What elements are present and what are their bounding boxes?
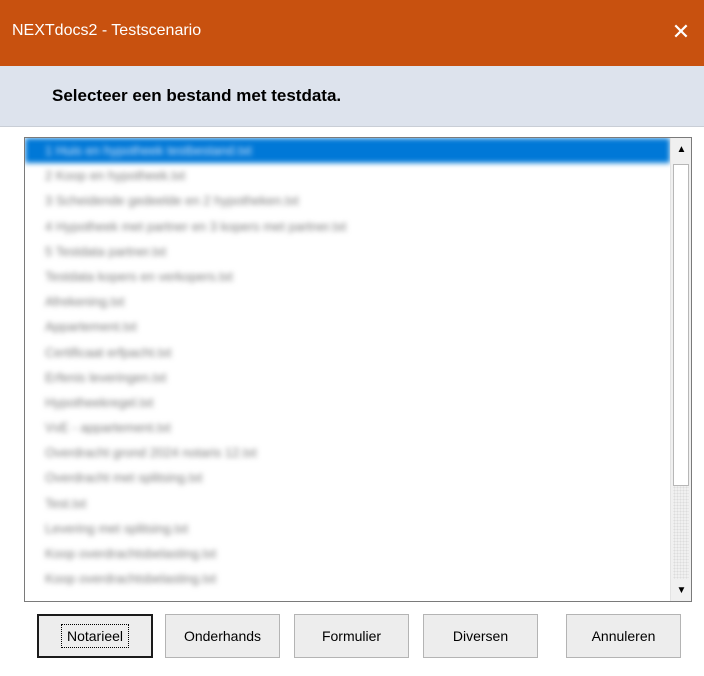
header-divider <box>0 126 704 127</box>
list-item[interactable]: VvE - appartement.txt <box>25 415 670 440</box>
list-item[interactable]: Afrekening.txt <box>25 289 670 314</box>
list-item[interactable]: 4 Hypotheek met partner en 3 kopers met … <box>25 214 670 239</box>
list-item[interactable]: Certificaat erfpacht.txt <box>25 340 670 365</box>
diversen-button-label: Diversen <box>452 628 509 644</box>
list-item[interactable]: 3 Scheidende gedeelde en 2 hypotheken.tx… <box>25 188 670 213</box>
annuleren-button[interactable]: Annuleren <box>566 614 681 658</box>
annuleren-button-label: Annuleren <box>591 628 656 644</box>
list-item[interactable]: Erfenis leveringen.txt <box>25 365 670 390</box>
prompt-text: Selecteer een bestand met testdata. <box>52 86 342 105</box>
onderhands-button[interactable]: Onderhands <box>165 614 280 658</box>
list-item[interactable]: Overdracht grond 2024 notaris 12.txt <box>25 440 670 465</box>
list-item[interactable]: 1 Huis en hypotheek testbestand.txt <box>25 138 670 164</box>
file-list: 1 Huis en hypotheek testbestand.txt 2 Koo… <box>25 138 670 601</box>
list-item[interactable]: Appartement.txt <box>25 314 670 339</box>
scrollbar-thumb[interactable] <box>673 164 689 486</box>
list-item[interactable]: 5 Testdata partner.txt <box>25 239 670 264</box>
title-bar: NEXTdocs2 - Testscenario ✕ <box>0 0 704 66</box>
list-item[interactable]: Test.txt <box>25 491 670 516</box>
scroll-up-arrow-icon[interactable]: ▲ <box>672 139 691 159</box>
onderhands-button-label: Onderhands <box>183 628 262 644</box>
list-item[interactable]: Koop overdrachtsbelasting.txt <box>25 541 670 566</box>
file-listbox[interactable]: 1 Huis en hypotheek testbestand.txt 2 Koo… <box>24 137 692 602</box>
scroll-down-arrow-icon[interactable]: ▼ <box>672 580 691 600</box>
formulier-button[interactable]: Formulier <box>294 614 409 658</box>
close-icon[interactable]: ✕ <box>658 10 704 54</box>
scrollbar-track[interactable] <box>673 486 689 579</box>
notarieel-button[interactable]: Notarieel <box>37 614 153 658</box>
notarieel-button-label: Notarieel <box>60 624 130 648</box>
formulier-button-label: Formulier <box>321 628 382 644</box>
list-item[interactable]: 2 Koop en hypotheek.txt <box>25 163 670 188</box>
list-item[interactable]: Overdracht met splitsing.txt <box>25 465 670 490</box>
list-item[interactable]: Testdata kopers en verkopers.txt <box>25 264 670 289</box>
dialog-header: Selecteer een bestand met testdata. <box>0 66 704 126</box>
list-item[interactable]: Levering met splitsing.txt <box>25 516 670 541</box>
window-title: NEXTdocs2 - Testscenario <box>12 22 202 39</box>
list-item[interactable]: Koop overdrachtsbelasting.txt <box>25 566 670 591</box>
vertical-scrollbar[interactable]: ▲ ▼ <box>670 138 691 601</box>
list-item[interactable]: Hypotheekregel.txt <box>25 390 670 415</box>
dialog-window: NEXTdocs2 - Testscenario ✕ Selecteer een… <box>0 0 704 676</box>
diversen-button[interactable]: Diversen <box>423 614 538 658</box>
